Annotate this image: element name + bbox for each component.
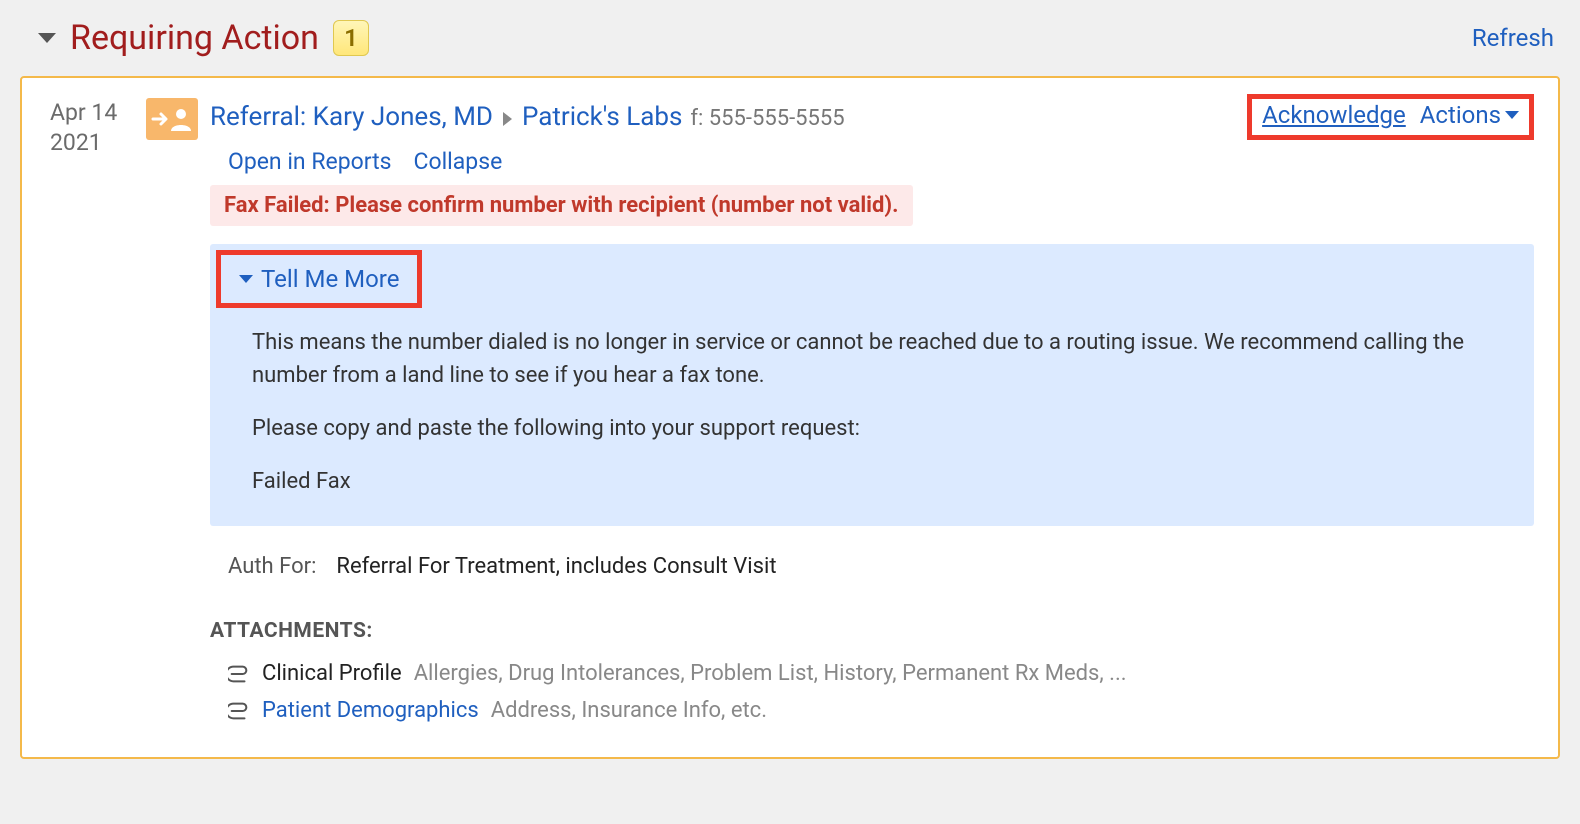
chevron-down-icon [1505,111,1519,119]
referral-outgoing-icon [146,98,198,140]
sub-actions: Open in Reports Collapse [210,148,1534,175]
attachment-row: Patient Demographics Address, Insurance … [210,692,1534,729]
date-column: Apr 14 2021 [50,96,146,158]
provider-name: Kary Jones, MD [313,102,493,132]
fax-failed-banner: Fax Failed: Please confirm number with r… [210,185,913,226]
attachment-row: Clinical Profile Allergies, Drug Intoler… [210,655,1534,692]
chevron-down-icon[interactable] [38,33,56,43]
date-line-2: 2021 [50,128,146,158]
title-row: Referral: Kary Jones, MD Patrick's Labs … [210,96,1534,142]
info-panel: Tell Me More This means the number diale… [210,244,1534,526]
section-header: Requiring Action 1 Refresh [20,10,1560,76]
info-paragraph-2: Please copy and paste the following into… [252,412,1504,445]
info-body: This means the number dialed is no longe… [210,308,1534,498]
paperclip-icon [228,665,250,683]
tell-me-more-label: Tell Me More [261,265,399,293]
actions-dropdown[interactable]: Actions [1420,101,1519,129]
auth-for-label: Auth For: [228,554,316,579]
collapse-link[interactable]: Collapse [414,148,503,175]
actions-label: Actions [1420,101,1501,129]
attachments-section: ATTACHMENTS: Clinical Profile Allergies,… [210,619,1534,729]
main-column: Referral: Kary Jones, MD Patrick's Labs … [210,96,1534,729]
attachment-title[interactable]: Clinical Profile [262,661,402,686]
attachment-description: Allergies, Drug Intolerances, Problem Li… [414,661,1127,686]
card-row: Apr 14 2021 Referral: Kary Jones, MD Pat… [50,96,1534,729]
title-actions-highlight: Acknowledge Actions [1247,94,1534,140]
auth-for-row: Auth For: Referral For Treatment, includ… [210,554,1534,579]
referral-link[interactable]: Referral: Kary Jones, MD [210,102,493,132]
date-line-1: Apr 14 [50,98,146,128]
acknowledge-link[interactable]: Acknowledge [1262,101,1406,129]
tell-me-more-toggle[interactable]: Tell Me More [216,250,422,308]
info-paragraph-1: This means the number dialed is no longe… [252,326,1504,392]
arrow-right-icon [503,112,512,126]
icon-column [146,96,210,140]
fax-number: f: 555-555-5555 [690,106,844,131]
referral-prefix: Referral: [210,102,313,132]
attachment-title[interactable]: Patient Demographics [262,698,479,723]
info-paragraph-3: Failed Fax [252,465,1504,498]
paperclip-icon [228,702,250,720]
destination-link[interactable]: Patrick's Labs [522,102,682,132]
open-in-reports-link[interactable]: Open in Reports [228,148,392,175]
section-header-left: Requiring Action 1 [38,18,369,58]
count-badge: 1 [333,20,369,56]
action-item-card: Apr 14 2021 Referral: Kary Jones, MD Pat… [20,76,1560,759]
chevron-down-icon [239,275,253,283]
refresh-link[interactable]: Refresh [1472,24,1560,52]
attachment-description: Address, Insurance Info, etc. [491,698,767,723]
attachments-header: ATTACHMENTS: [210,619,1534,643]
auth-for-value: Referral For Treatment, includes Consult… [336,554,776,579]
section-title: Requiring Action [70,18,319,58]
